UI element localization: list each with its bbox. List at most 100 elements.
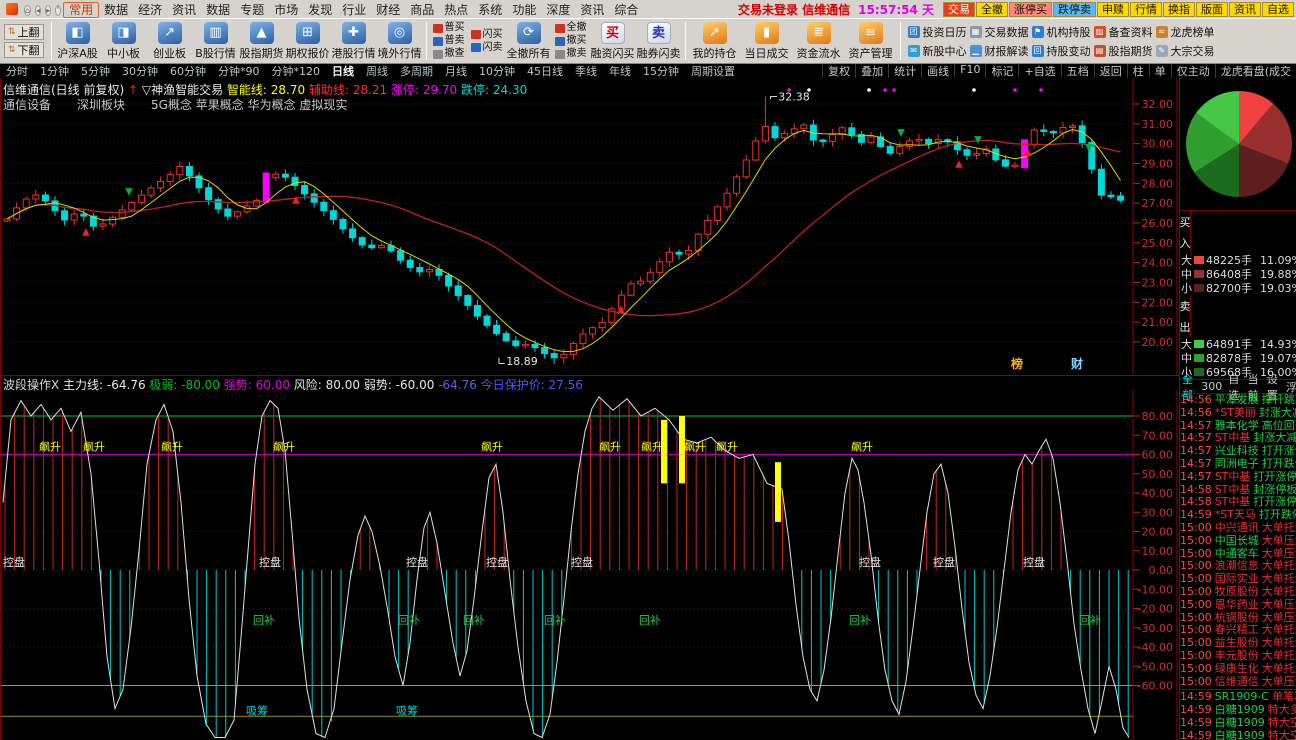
menu-item-资讯[interactable]: 资讯 bbox=[575, 3, 609, 17]
mini-button-闪卖[interactable]: 闪卖 bbox=[471, 42, 503, 54]
period-30分钟[interactable]: 30分钟 bbox=[116, 64, 164, 78]
mini-button-普买[interactable]: 普买 bbox=[433, 22, 465, 34]
menu-item-行业[interactable]: 行业 bbox=[337, 3, 371, 17]
toolbar-境外行情[interactable]: ◎境外行情 bbox=[377, 22, 423, 61]
period-5分钟[interactable]: 5分钟 bbox=[75, 64, 116, 78]
quick-button-自选[interactable]: 自选 bbox=[1262, 2, 1294, 17]
toolbar-融券闪卖[interactable]: 卖融券闪卖 bbox=[636, 22, 682, 61]
toolbar-沪深A股[interactable]: ◧沪深A股 bbox=[55, 22, 101, 61]
news-row[interactable]: 15:00中兴通讯大单托盘3 bbox=[1180, 522, 1296, 535]
menu-item-商品[interactable]: 商品 bbox=[405, 3, 439, 17]
concept-tag[interactable]: 5G概念 苹果概念 华为概念 虚拟现实 bbox=[151, 98, 347, 112]
news-row[interactable]: 15:00丰元股份大单托盘2 bbox=[1180, 650, 1296, 663]
menu-item-功能[interactable]: 功能 bbox=[507, 3, 541, 17]
period-60分钟[interactable]: 60分钟 bbox=[164, 64, 212, 78]
indicator-canvas[interactable]: 80.0070.0060.0050.0040.0030.0020.0010.00… bbox=[1, 390, 1179, 740]
news-row[interactable]: 14:58ST中基封涨停板 bbox=[1180, 484, 1296, 497]
menu-item-经济[interactable]: 经济 bbox=[133, 3, 167, 17]
news-row[interactable]: 14:57雅本化学高位回落-1 bbox=[1180, 420, 1296, 433]
chart-tool-叠加[interactable]: 叠加 bbox=[855, 64, 888, 78]
period-周线[interactable]: 周线 bbox=[360, 64, 394, 78]
news-row[interactable]: 15:00绿康生化大单托盘2 bbox=[1180, 663, 1296, 676]
news-row[interactable]: 14:57ST中基打开涨停 bbox=[1180, 471, 1296, 484]
back-icon[interactable]: ◂ bbox=[35, 5, 41, 16]
period-月线[interactable]: 月线 bbox=[439, 64, 473, 78]
news-row[interactable]: 14:57同洲电子打开跌停 bbox=[1180, 458, 1296, 471]
menu-item-系统[interactable]: 系统 bbox=[473, 3, 507, 17]
news-row[interactable]: 15:00杭锅股份大单压盘6 bbox=[1180, 612, 1296, 625]
quick-button-版面[interactable]: 版面 bbox=[1196, 2, 1228, 17]
period-季线[interactable]: 季线 bbox=[569, 64, 603, 78]
indicator-panel[interactable]: 波段操作X 主力线: -64.76 极弱: -80.00 强势: 60.00 风… bbox=[1, 375, 1179, 740]
concept-tag[interactable]: 通信设备 bbox=[3, 98, 51, 112]
info-button-机构持股[interactable]: ⚑机构持股 bbox=[1032, 24, 1092, 40]
news-row[interactable]: 14:57兴业科技打开涨停 bbox=[1180, 445, 1296, 458]
info-button-新股中心[interactable]: ✉新股中心 bbox=[908, 43, 968, 59]
toolbar-全撤所有[interactable]: ⟳全撤所有 bbox=[506, 22, 552, 61]
corner-label-财[interactable]: 财 bbox=[1070, 356, 1083, 371]
news-row[interactable]: 14:59SR1909-C单笔冲涨3 bbox=[1180, 691, 1296, 704]
chart-tool-复权[interactable]: 复权 bbox=[822, 64, 855, 78]
chart-tool-标记[interactable]: 标记 bbox=[985, 64, 1018, 78]
menu-item-热点[interactable]: 热点 bbox=[439, 3, 473, 17]
toolbar-融资闪买[interactable]: 买融资闪买 bbox=[590, 22, 636, 61]
forward-icon[interactable]: ▸ bbox=[45, 5, 51, 16]
toolbar-我的持仓[interactable]: ↗我的持仓 bbox=[689, 22, 741, 61]
news-row[interactable]: 15:00信维通信大单压盘2 bbox=[1180, 676, 1296, 689]
quick-button-跌停卖[interactable]: 跌停卖 bbox=[1053, 2, 1096, 17]
chart-tool-+自选[interactable]: +自选 bbox=[1018, 64, 1060, 78]
chart-tool-单[interactable]: 单 bbox=[1149, 64, 1171, 78]
news-row[interactable]: 15:00益生股份大单托盘2 bbox=[1180, 637, 1296, 650]
period-10分钟[interactable]: 10分钟 bbox=[473, 64, 521, 78]
info-button-财报解读[interactable]: ▁财报解读 bbox=[970, 43, 1030, 59]
news-row[interactable]: 15:00恩华药业大单压盘1 bbox=[1180, 599, 1296, 612]
period-年线[interactable]: 年线 bbox=[603, 64, 637, 78]
chart-tool-F10[interactable]: F10 bbox=[954, 64, 985, 78]
toolbar-中小板[interactable]: ◨中小板 bbox=[101, 22, 147, 61]
news-row[interactable]: 15:00中通客车大单压盘7 bbox=[1180, 548, 1296, 561]
news-row[interactable]: 15:00国际实业大单托盘1 bbox=[1180, 573, 1296, 586]
main-chart-panel[interactable]: 信维通信(日线 前复权) ↑ ▽神渔智能交易 智能线: 28.70 辅助线: 2… bbox=[1, 78, 1179, 375]
period-1分钟[interactable]: 1分钟 bbox=[34, 64, 75, 78]
mini-button-闪买[interactable]: 闪买 bbox=[471, 29, 503, 41]
menu-item-专题[interactable]: 专题 bbox=[235, 3, 269, 17]
quick-button-换指[interactable]: 换指 bbox=[1163, 2, 1195, 17]
sidebar-tab-300[interactable]: 300 bbox=[1201, 380, 1222, 393]
quick-button-行情[interactable]: 行情 bbox=[1130, 2, 1162, 17]
info-button-龙虎榜单[interactable]: ≈龙虎榜单 bbox=[1156, 24, 1216, 40]
news-row[interactable]: 14:56平潭发展撑杆跳高2 bbox=[1180, 394, 1296, 407]
period-分钟*90[interactable]: 分钟*90 bbox=[212, 64, 266, 78]
corner-label-榜[interactable]: 榜 bbox=[1011, 356, 1023, 371]
news-row[interactable]: 14:57ST中基封涨大减 bbox=[1180, 432, 1296, 445]
quick-button-涨停买[interactable]: 涨停买 bbox=[1009, 2, 1052, 17]
news-row[interactable]: 15:00春兴精工大单托盘1 bbox=[1180, 624, 1296, 637]
news-row[interactable]: 14:58ST中基打开涨停 bbox=[1180, 496, 1296, 509]
news-row[interactable]: 15:00牧原股份大单托盘6 bbox=[1180, 586, 1296, 599]
candlestick-canvas[interactable]: 32.0031.0030.0029.0028.0027.0026.0025.00… bbox=[1, 78, 1179, 375]
menu-item-深度[interactable]: 深度 bbox=[541, 3, 575, 17]
period-分钟*120[interactable]: 分钟*120 bbox=[266, 64, 327, 78]
chart-tool-龙虎看盘(成交[interactable]: 龙虎看盘(成交 bbox=[1215, 64, 1296, 78]
page-button-下翻[interactable]: ⇅下翻 bbox=[4, 42, 44, 58]
menu-item-数据[interactable]: 数据 bbox=[201, 3, 235, 17]
chart-tool-返回[interactable]: 返回 bbox=[1094, 64, 1127, 78]
menu-item-常用[interactable]: 常用 bbox=[63, 2, 99, 18]
chart-tool-统计[interactable]: 统计 bbox=[888, 64, 921, 78]
news-row[interactable]: 15:00浪潮信息大单托盘2 bbox=[1180, 560, 1296, 573]
news-row[interactable]: 14:59白糖1909特大空开5 bbox=[1180, 730, 1296, 740]
news-row[interactable]: 14:59*ST天马打开跌停 bbox=[1180, 509, 1296, 522]
info-button-股指期货[interactable]: ▤股指期货 bbox=[1094, 43, 1154, 59]
news-row[interactable]: 14:59白糖1909特大多平5 bbox=[1180, 704, 1296, 717]
quick-button-全撤[interactable]: 全撤 bbox=[976, 2, 1008, 17]
period-周期设置[interactable]: 周期设置 bbox=[685, 64, 741, 78]
mini-button-撤查[interactable]: 撤查 bbox=[433, 48, 465, 60]
news-row[interactable]: 14:56*ST美丽封涨大减 bbox=[1180, 407, 1296, 420]
mini-button-普卖[interactable]: 普卖 bbox=[433, 35, 465, 47]
info-button-备查资料[interactable]: ▥备查资料 bbox=[1094, 24, 1154, 40]
menu-item-数据[interactable]: 数据 bbox=[99, 3, 133, 17]
toolbar-股指期货[interactable]: ▲股指期货 bbox=[239, 22, 285, 61]
toolbar-创业板[interactable]: ↗创业板 bbox=[147, 22, 193, 61]
info-button-交易数据[interactable]: ▦交易数据 bbox=[970, 24, 1030, 40]
toolbar-当日成交[interactable]: ▮当日成交 bbox=[741, 22, 793, 61]
period-分时[interactable]: 分时 bbox=[0, 64, 34, 78]
